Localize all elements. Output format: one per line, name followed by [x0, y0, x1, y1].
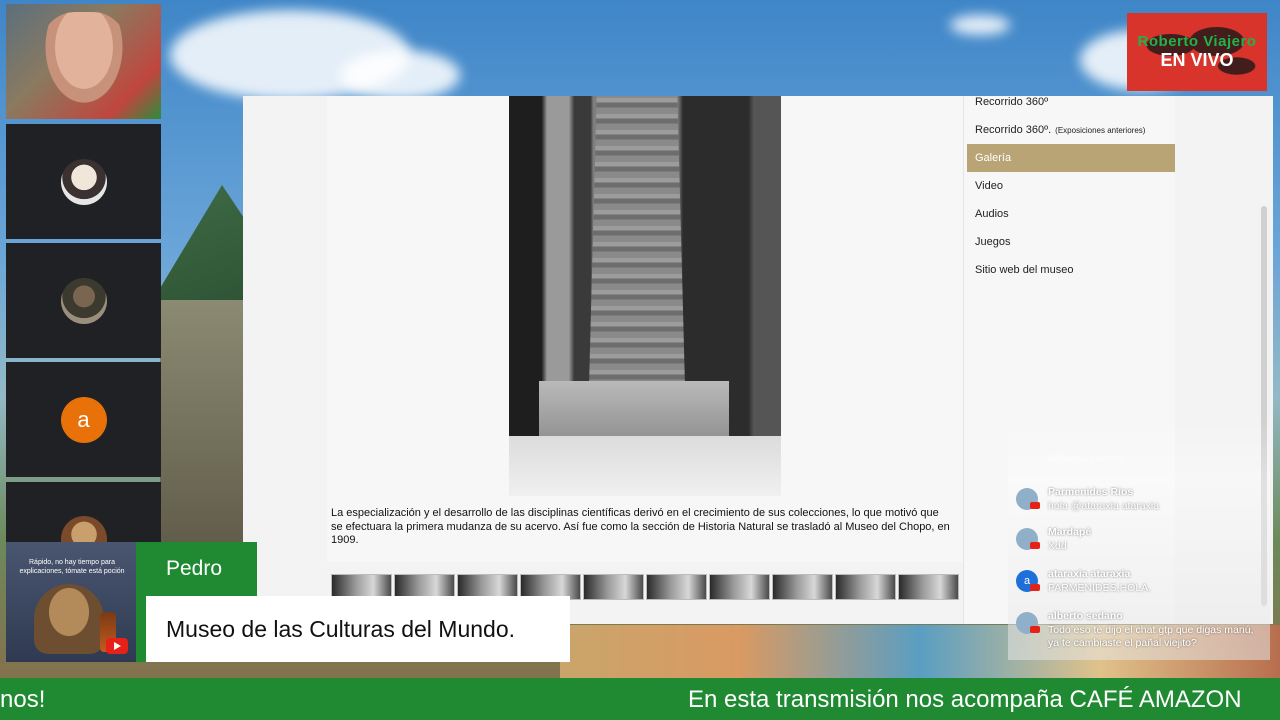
avatar	[60, 277, 107, 324]
ruins	[160, 300, 250, 560]
stela	[589, 96, 685, 386]
participant-tile[interactable]	[6, 243, 161, 358]
chat-faded-message: delicioso ceviche	[1048, 454, 1124, 465]
ticker-text-right: En esta transmisión nos acompaña CAFÉ AM…	[688, 686, 1242, 713]
cloud	[340, 50, 460, 100]
speaker-name-tab: Pedro	[136, 542, 257, 596]
youtube-icon	[1030, 542, 1040, 549]
gallery-content	[327, 96, 963, 562]
menu-item-galeria[interactable]: Galería	[967, 144, 1175, 172]
gallery-thumbnail[interactable]	[835, 574, 896, 600]
youtube-icon	[1030, 626, 1040, 633]
ticker-text-left: nos!	[0, 686, 46, 713]
gallery-thumbnail[interactable]	[583, 574, 644, 600]
gallery-thumbnail[interactable]	[646, 574, 707, 600]
menu-item-label: Juegos	[975, 236, 1011, 248]
chat-author: Parmenides Rios	[1048, 486, 1134, 498]
menu-item-recorrido-360[interactable]: Recorrido 360º	[967, 96, 1175, 116]
menu-item-label: Recorrido 360º.	[975, 124, 1052, 136]
menu-item-label: Galería	[975, 152, 1012, 164]
chat-text: hola @ataraxia ataraxia	[1048, 500, 1160, 512]
menu-item-label: Sitio web del museo	[975, 264, 1074, 276]
participant-tile[interactable]	[6, 124, 161, 239]
menu-item-label: Audios	[975, 208, 1009, 220]
menu-item-label: Video	[975, 180, 1003, 192]
cloud	[950, 15, 1010, 35]
chat-text: PARMENIDES,HOLA.	[1048, 582, 1152, 594]
lower-third-title: Museo de las Culturas del Mundo.	[136, 596, 570, 662]
youtube-play-icon	[106, 638, 128, 654]
avatar	[60, 158, 107, 205]
menu-item-sublabel: (Exposiciones anteriores)	[1055, 125, 1146, 135]
live-chat-overlay: delicioso ceviche Parmenides Rios hola @…	[1008, 420, 1270, 660]
logo-name: Roberto Viajero	[1137, 33, 1257, 50]
news-ticker: nos! En esta transmisión nos acompaña CA…	[0, 678, 1280, 720]
participant-tile[interactable]: a	[6, 362, 161, 477]
logo-live-label: EN VIVO	[1160, 50, 1234, 70]
photo-caption: La especialización y el desarrollo de la…	[331, 507, 950, 546]
next-arrow-icon[interactable]: ›	[948, 578, 953, 594]
menu-item-video[interactable]: Video	[967, 172, 1175, 200]
chat-author: ataraxia ataraxia	[1048, 568, 1131, 580]
participant-tile-host[interactable]	[6, 4, 161, 119]
menu-item-label: Recorrido 360º	[975, 96, 1049, 108]
youtube-icon	[1030, 502, 1040, 509]
gallery-thumbnail[interactable]	[709, 574, 770, 600]
chat-text: Todo eso te dijo el chat gtp que digas m…	[1048, 624, 1254, 649]
ground	[509, 436, 781, 496]
youtube-icon	[1030, 584, 1040, 591]
stela-photo[interactable]	[509, 96, 781, 496]
channel-logo: Roberto Viajero EN VIVO	[1127, 13, 1267, 91]
avatar-letter: a	[60, 396, 107, 443]
chat-author: alberto sedano	[1048, 610, 1123, 622]
chat-author: Mardapé	[1048, 526, 1092, 538]
host-video	[38, 11, 129, 112]
participant-tile[interactable]	[6, 482, 161, 562]
promo-text: Rápido, no hay tiempo para explicaciones…	[19, 559, 125, 575]
promo-panel: Rápido, no hay tiempo para explicaciones…	[6, 542, 136, 662]
menu-item-recorrido-360-anteriores[interactable]: Recorrido 360º. (Exposiciones anteriores…	[967, 116, 1175, 144]
menu-item-sitio-web[interactable]: Sitio web del museo	[967, 256, 1175, 284]
menu-item-juegos[interactable]: Juegos	[967, 228, 1175, 256]
chat-text: Xdd	[1048, 540, 1067, 552]
cat-illustration	[34, 584, 104, 654]
gallery-thumbnail[interactable]	[772, 574, 833, 600]
menu-item-audios[interactable]: Audios	[967, 200, 1175, 228]
